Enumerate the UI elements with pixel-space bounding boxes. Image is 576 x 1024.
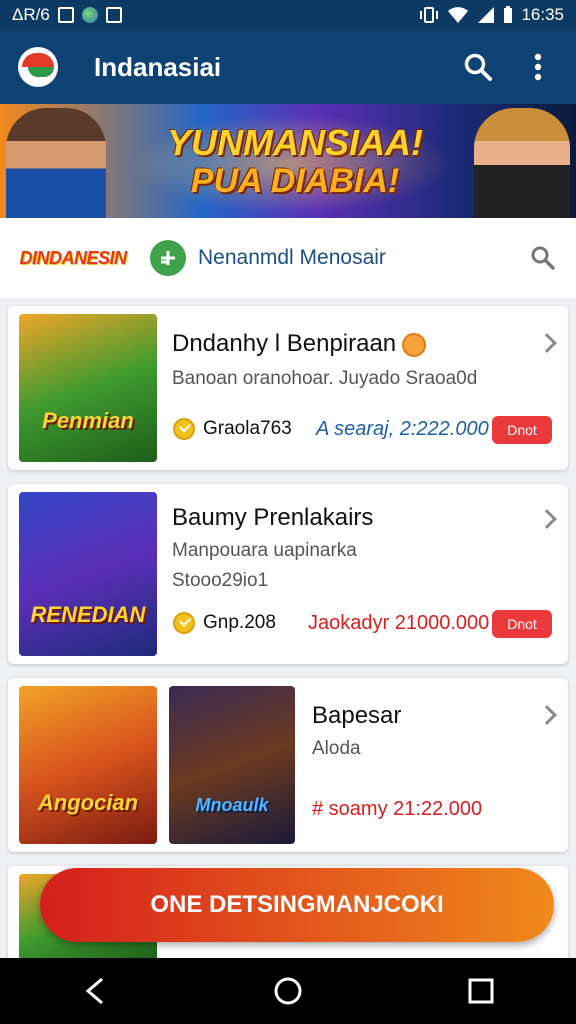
status-bar: ΔR/6 16:35 <box>0 0 576 30</box>
coin-icon <box>173 418 195 440</box>
banner-line-2: PUA DIABIA! <box>190 162 400 200</box>
game-subtitle: Aloda <box>312 738 361 759</box>
game-card[interactable]: RENEDIAN Baumy Prenlakairs Manpouara uap… <box>8 484 568 664</box>
action-button[interactable]: Dnot <box>492 416 552 444</box>
game-subtitle-2: Stooo29io1 <box>172 570 269 591</box>
banner-line-1: YUNMANSIAA! <box>167 122 423 163</box>
search-icon[interactable] <box>530 245 556 271</box>
banner-character-left <box>6 108 106 218</box>
price-label: # soamy 21:22.000 <box>312 798 483 820</box>
coin-value: Gnp.208 <box>203 612 276 633</box>
more-vert-icon[interactable] <box>518 47 558 87</box>
promo-banner[interactable]: YUNMANSIAA! PUA DIABIA! <box>0 104 576 218</box>
chevron-right-icon[interactable] <box>537 333 557 353</box>
coin-icon <box>173 612 195 634</box>
image-icon <box>105 7 122 23</box>
search-input[interactable]: Nenanmdl Menosair <box>198 246 530 270</box>
battery-icon <box>504 6 513 23</box>
banner-headline: YUNMANSIAA! PUA DIABIA! <box>150 122 440 201</box>
action-button[interactable]: Dnot <box>492 610 552 638</box>
globe-icon <box>81 7 98 23</box>
game-thumbnail-2[interactable]: Mnoaulk <box>169 686 295 844</box>
badge-icon <box>402 332 427 357</box>
game-title: Dndanhy l Benpiraan <box>172 330 427 358</box>
system-nav-bar <box>0 958 576 1024</box>
game-title-text: Dndanhy l Benpiraan <box>172 330 397 357</box>
game-title: Bapesar <box>312 702 402 729</box>
cta-button[interactable]: ONE DETSINGMANJCOKI <box>40 868 554 942</box>
banner-character-right <box>474 108 570 218</box>
search-bar: DINDANESIN Nenanmdl Menosair <box>0 218 576 298</box>
game-subtitle: Banoan oranohoar. Juyado Sraoa0d <box>172 368 478 389</box>
chevron-right-icon[interactable] <box>537 705 557 725</box>
signal-icon <box>478 7 495 23</box>
category-icon[interactable] <box>150 240 186 276</box>
carrier-label: ΔR/6 <box>12 5 50 24</box>
game-card[interactable]: Angocian Mnoaulk Bapesar Aloda # soamy 2… <box>8 678 568 852</box>
thumbnail-label-2: Mnoaulk <box>195 795 269 815</box>
thumbnail-label: RENEDIAN <box>30 602 146 627</box>
brand-logo[interactable]: DINDANESIN <box>20 236 128 280</box>
vibrate-icon <box>420 7 439 23</box>
price-label: A searaj, 2:222.000 <box>316 418 489 440</box>
app-logo[interactable] <box>18 47 58 87</box>
home-icon[interactable] <box>273 976 303 1006</box>
back-icon[interactable] <box>82 976 108 1006</box>
chevron-right-icon[interactable] <box>537 509 557 529</box>
game-card[interactable]: Penmian Dndanhy l Benpiraan Banoan orano… <box>8 306 568 470</box>
notification-icon <box>57 7 74 23</box>
game-thumbnail[interactable]: Angocian <box>19 686 157 844</box>
recents-icon[interactable] <box>468 978 494 1004</box>
app-bar: Indanasiai <box>0 30 576 104</box>
search-icon[interactable] <box>458 47 498 87</box>
game-subtitle: Manpouara uapinarka <box>172 540 357 561</box>
game-thumbnail[interactable]: RENEDIAN <box>19 492 157 656</box>
game-thumbnail[interactable]: Penmian <box>19 314 157 462</box>
game-title: Baumy Prenlakairs <box>172 504 374 531</box>
clock: 16:35 <box>521 5 564 24</box>
wifi-icon <box>448 7 469 23</box>
price-label: Jaokadyr 21000.000 <box>308 612 490 634</box>
thumbnail-label: Penmian <box>42 408 134 433</box>
thumbnail-label: Angocian <box>37 790 139 815</box>
app-title: Indanasiai <box>94 51 222 82</box>
coin-value: Graola763 <box>203 418 292 439</box>
